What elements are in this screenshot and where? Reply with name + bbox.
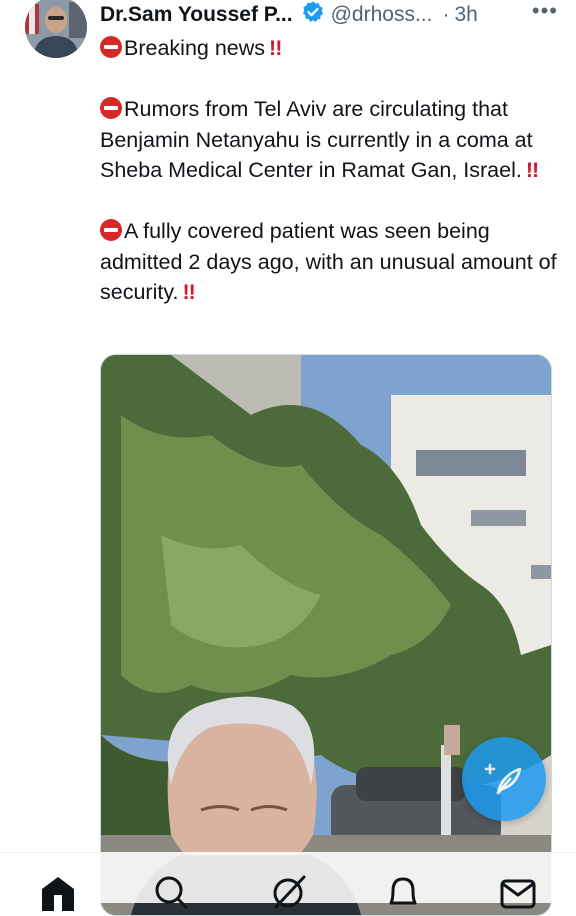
author-handle[interactable]: @drhoss... (331, 3, 433, 27)
nav-home-button[interactable] (38, 871, 78, 911)
grok-icon (273, 875, 306, 909)
no-entry-emoji-icon (100, 219, 122, 241)
double-exclamation-emoji-icon: !! (525, 158, 539, 182)
post-line: Rumors from Tel Aviv are circulating tha… (100, 94, 560, 186)
post-timestamp[interactable]: 3h (454, 3, 477, 27)
search-icon (155, 876, 188, 909)
post-header: Dr.Sam Youssef P... @drhoss... · 3h (100, 0, 566, 30)
author-name[interactable]: Dr.Sam Youssef P... (100, 3, 293, 27)
nav-search-button[interactable] (150, 871, 190, 911)
nav-grok-button[interactable] (268, 871, 308, 911)
no-entry-emoji-icon (100, 36, 122, 58)
compose-post-icon (484, 763, 522, 795)
more-options-button[interactable]: ••• (532, 0, 558, 24)
post-line: Breaking news!! (100, 33, 560, 64)
double-exclamation-emoji-icon: !! (269, 36, 282, 60)
double-exclamation-emoji-icon: !! (182, 280, 195, 304)
messages-icon (500, 879, 536, 909)
nav-messages-button[interactable] (498, 871, 538, 911)
compose-post-button[interactable] (462, 737, 546, 821)
notifications-icon (389, 877, 417, 905)
post-line-text: Rumors from Tel Aviv are circulating tha… (100, 97, 533, 182)
post-media-image[interactable] (100, 354, 552, 916)
home-icon (42, 877, 74, 911)
no-entry-emoji-icon (100, 97, 122, 119)
post-line-text: Breaking news (124, 36, 266, 60)
verified-badge-icon (293, 0, 331, 30)
post-text: Breaking news!! Rumors from Tel Aviv are… (100, 33, 560, 308)
separator-dot: · (442, 3, 450, 26)
bottom-navigation-bar (0, 852, 576, 911)
author-avatar[interactable] (25, 0, 87, 58)
nav-notifications-button[interactable] (383, 871, 423, 911)
post-line-text: A fully covered patient was seen being a… (100, 219, 557, 304)
post-line: A fully covered patient was seen being a… (100, 216, 560, 308)
